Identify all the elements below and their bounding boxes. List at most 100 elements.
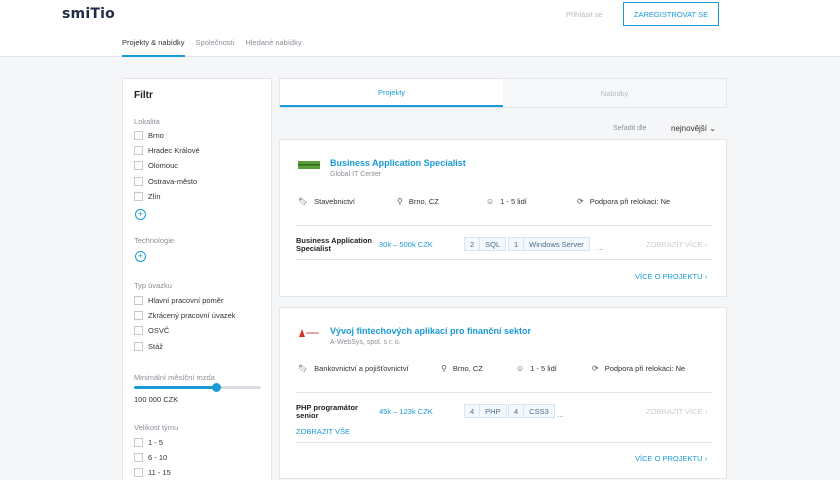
location-option-olomouc[interactable]: Olomouc [134, 161, 178, 170]
location-text: Brno, CZ [452, 364, 483, 373]
wage-slider[interactable] [134, 383, 261, 392]
logo[interactable]: smiTio [62, 6, 115, 22]
location: ⚲ Brno, CZ [441, 364, 483, 373]
checkbox[interactable] [134, 161, 143, 170]
checkbox[interactable] [134, 468, 143, 477]
tag-level: 4 [465, 405, 481, 417]
add-location-icon[interactable]: + [135, 209, 146, 220]
wage-slider-thumb[interactable] [212, 383, 222, 392]
team-text: 1 - 5 lidí [530, 364, 557, 373]
location-option-zlin[interactable]: Zlín [134, 192, 161, 201]
show-more-label: ZOBRAZIT VÍCE [646, 240, 703, 249]
checkbox[interactable] [134, 438, 143, 447]
nav-projects[interactable]: Projekty & nabídky [122, 38, 185, 57]
option-label: Olomouc [148, 161, 179, 170]
tab-projects[interactable]: Projekty [280, 79, 503, 107]
top-bar: smiTio Přihlásit se ZAREGISTROVAT SE Pro… [0, 0, 840, 57]
chevron-right-icon: › [704, 272, 708, 281]
option-label: 11 - 15 [148, 468, 171, 477]
team-option-6-10[interactable]: 6 - 10 [134, 453, 167, 462]
relocation-icon: ⟳ [577, 197, 584, 206]
checkbox[interactable] [134, 342, 143, 351]
project-card: Vývoj fintechových aplikací pro finanční… [279, 307, 727, 479]
show-all-link[interactable]: ZOBRAZIT VŠE [296, 427, 350, 436]
relocation-icon: ⟳ [592, 364, 599, 373]
relocation: ⟳ Podpora při relokaci: Ne [592, 364, 685, 373]
chevron-right-icon: › [704, 407, 708, 416]
divider [296, 225, 712, 226]
position-name[interactable]: Business Application Specialist [296, 237, 382, 253]
location-option-ostrava[interactable]: Ostrava-město [134, 177, 197, 186]
team-size: ☺ 1 - 5 lidí [516, 364, 557, 373]
more-about-project-label: VÍCE O PROJEKTU [635, 272, 703, 281]
tag-name: SQL [485, 239, 501, 249]
industry: 🔖︎ Bankovnictví a pojišťovnictví [298, 364, 409, 373]
team-text: 1 - 5 lidí [500, 197, 527, 206]
tag-level: 4 [509, 405, 525, 417]
add-technology-icon[interactable]: + [135, 251, 146, 262]
location-option-hradec[interactable]: Hradec Králové [134, 146, 200, 155]
checkbox[interactable] [134, 326, 143, 335]
option-label: Ostrava-město [148, 177, 198, 186]
tag-name: Windows Server [529, 239, 584, 249]
company-name: Global IT Center [330, 171, 382, 178]
team-option-11-15[interactable]: 11 - 15 [134, 468, 171, 477]
nav-searched-offers[interactable]: Hledané nabídky [245, 38, 301, 57]
option-label: Zlín [148, 192, 161, 201]
option-label: Hlavní pracovní poměr [148, 296, 224, 305]
filter-panel: Filtr Lokalita Brno Hradec Králové Olomo… [122, 78, 272, 480]
checkbox[interactable] [134, 296, 143, 305]
more-about-project-link[interactable]: VÍCE O PROJEKTU › [635, 272, 707, 281]
checkbox[interactable] [134, 131, 143, 140]
project-title[interactable]: Vývoj fintechových aplikací pro finanční… [330, 326, 531, 336]
register-button[interactable]: ZAREGISTROVAT SE [623, 2, 719, 26]
location-option-brno[interactable]: Brno [134, 131, 164, 140]
project-card: Business Application Specialist Global I… [279, 139, 727, 297]
contract-option-osvc[interactable]: OSVČ [134, 326, 169, 335]
contract-option-main[interactable]: Hlavní pracovní poměr [134, 296, 223, 305]
checkbox[interactable] [134, 146, 143, 155]
checkbox[interactable] [134, 177, 143, 186]
technology-label: Technologie [134, 236, 175, 245]
checkbox[interactable] [134, 192, 143, 201]
contract-option-internship[interactable]: Stáž [134, 342, 163, 351]
location-label: Lokalita [134, 117, 160, 126]
company-logo[interactable] [298, 327, 320, 339]
relocation: ⟳ Podpora při relokaci: Ne [577, 197, 670, 206]
contract-option-part-time[interactable]: Zkrácený pracovní úvazek [134, 311, 236, 320]
relocation-text: Podpora při relokaci: Ne [589, 197, 671, 206]
wage-label: Minimální měsíční mzda [134, 373, 215, 382]
position-name[interactable]: PHP programátor senior [296, 404, 382, 420]
divider [296, 442, 712, 443]
chevron-down-icon: ⌄ [709, 124, 716, 133]
checkbox[interactable] [134, 453, 143, 462]
contract-label: Typ úvazku [134, 281, 172, 290]
main-nav: Projekty & nabídky Společnosti Hledané n… [122, 38, 313, 57]
company-logo[interactable] [298, 159, 320, 171]
tag-name: PHP [485, 406, 501, 416]
more-about-project-link[interactable]: VÍCE O PROJEKTU › [635, 454, 707, 463]
person-icon: ☺ [516, 364, 525, 373]
tag-level: 1 [509, 238, 525, 250]
option-label: 6 - 10 [148, 453, 168, 462]
chevron-right-icon: › [704, 240, 708, 249]
skill-tag: 4 CSS3 [508, 404, 555, 418]
industry-text: Bankovnictví a pojišťovnictví [314, 364, 409, 373]
option-label: 1 - 5 [148, 438, 164, 447]
sort-select[interactable]: nejnovější ⌄ [671, 124, 716, 133]
divider [296, 259, 712, 260]
tab-offers[interactable]: Nabídky [503, 79, 726, 107]
team-option-1-5[interactable]: 1 - 5 [134, 438, 163, 447]
show-more-button: ZOBRAZIT VÍCE › [646, 407, 707, 416]
divider [296, 392, 712, 393]
salary-range: 45k – 123k CZK [379, 407, 433, 416]
person-icon: ☺ [486, 197, 495, 206]
login-link[interactable]: Přihlásit se [566, 10, 603, 19]
option-label: Stáž [148, 342, 164, 351]
more-about-project-label: VÍCE O PROJEKTU [635, 454, 703, 463]
tag-name: CSS3 [529, 406, 549, 416]
project-title[interactable]: Business Application Specialist [330, 158, 466, 168]
checkbox[interactable] [134, 311, 143, 320]
option-label: OSVČ [148, 326, 170, 335]
nav-companies[interactable]: Společnosti [196, 38, 235, 57]
